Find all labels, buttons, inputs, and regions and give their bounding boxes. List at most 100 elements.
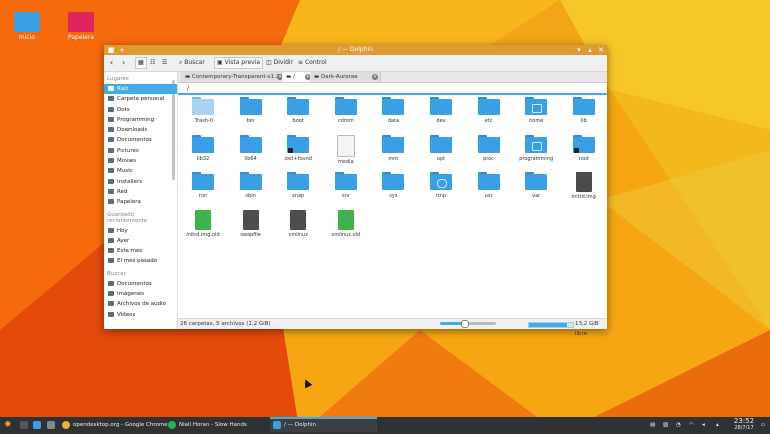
split-button[interactable]: ◫ Dividir bbox=[266, 58, 293, 68]
file-item[interactable]: lib64 bbox=[229, 134, 273, 162]
file-item[interactable]: srv bbox=[324, 172, 368, 199]
clock[interactable]: 23:52 28/7/17 bbox=[730, 418, 758, 432]
sidebar-item-programming[interactable]: Programming bbox=[104, 115, 177, 125]
file-item[interactable]: proc bbox=[467, 134, 511, 162]
tray-volume-icon[interactable]: ◂ bbox=[702, 419, 705, 432]
tab-dark-aurorae[interactable]: ▬ Dark-Aurorae × bbox=[310, 72, 381, 82]
preview-icon: ▣ bbox=[217, 59, 223, 66]
dolphin-launcher-icon[interactable] bbox=[33, 419, 44, 432]
file-item[interactable]: lost+found bbox=[276, 134, 320, 162]
sidebar-item-search-audio[interactable]: Archivos de audio bbox=[104, 299, 177, 309]
file-item[interactable]: var bbox=[514, 172, 558, 199]
desktop-icon-label: Papelera bbox=[67, 34, 95, 41]
close-tab-icon[interactable]: × bbox=[372, 74, 378, 80]
task-spotify[interactable]: Niall Horan - Slow Hands bbox=[168, 419, 247, 432]
sidebar-item-last-month[interactable]: El mes pasado bbox=[104, 256, 177, 266]
file-item[interactable]: home bbox=[514, 97, 558, 124]
sidebar-item-root[interactable]: Raíz bbox=[104, 84, 177, 95]
file-item[interactable]: vmlinuz bbox=[276, 209, 320, 238]
file-item[interactable]: initrd.img.old bbox=[181, 209, 225, 238]
zoom-slider-handle[interactable] bbox=[461, 320, 469, 328]
sidebar-item-installers[interactable]: Installers bbox=[104, 177, 177, 187]
file-item[interactable]: sbin bbox=[229, 172, 273, 199]
file-item[interactable]: boot bbox=[276, 97, 320, 124]
file-item[interactable]: cdrom bbox=[324, 97, 368, 124]
file-item[interactable]: mnt bbox=[371, 134, 415, 162]
file-item[interactable]: usr bbox=[467, 172, 511, 199]
task-dolphin[interactable]: / — Dolphin bbox=[270, 417, 377, 432]
pager-icon[interactable] bbox=[20, 419, 31, 432]
back-icon[interactable]: ‹ bbox=[110, 58, 113, 68]
terminal-launcher-icon[interactable] bbox=[47, 419, 58, 432]
sidebar-item-downloads[interactable]: Downloads bbox=[104, 125, 177, 135]
tray-wifi-icon[interactable]: ◠ bbox=[689, 419, 694, 432]
control-button[interactable]: ≡ Control bbox=[298, 58, 327, 68]
sidebar-item-movies[interactable]: Movies bbox=[104, 156, 177, 166]
sidebar-item-this-month[interactable]: Este mes bbox=[104, 246, 177, 256]
file-item[interactable]: opt bbox=[419, 134, 463, 162]
path-text: / bbox=[187, 85, 190, 92]
minimize-icon[interactable]: ▾ bbox=[575, 46, 583, 54]
details-view-button[interactable]: ☰ bbox=[162, 58, 167, 68]
window-titlebar[interactable]: ■ + / — Dolphin ▾ ▴ ✕ bbox=[104, 45, 607, 55]
file-item[interactable]: data bbox=[371, 97, 415, 124]
file-item[interactable]: root bbox=[562, 134, 606, 162]
desktop-icon-trash[interactable]: Papelera bbox=[59, 12, 103, 41]
file-item[interactable]: initrd.img bbox=[562, 172, 606, 200]
file-item[interactable]: sys bbox=[371, 172, 415, 199]
search-button[interactable]: ⌕ Buscar bbox=[179, 58, 205, 68]
file-item[interactable]: bin bbox=[229, 97, 273, 124]
file-item[interactable]: vmlinuz.old bbox=[324, 209, 368, 238]
show-desktop-icon[interactable]: ▫ bbox=[761, 419, 765, 432]
app-launcher-icon[interactable]: ✸ bbox=[4, 419, 12, 432]
file-item[interactable]: programming bbox=[514, 134, 558, 162]
sidebar-item-music[interactable]: Music bbox=[104, 166, 177, 176]
sidebar-item-pictures[interactable]: Pictures bbox=[104, 146, 177, 156]
search-icon: ⌕ bbox=[179, 59, 183, 66]
close-icon[interactable]: ✕ bbox=[597, 46, 605, 54]
tray-clipboard-icon[interactable]: ▧ bbox=[663, 419, 668, 432]
file-name: usr bbox=[484, 193, 493, 199]
tray-updates-icon[interactable]: ◔ bbox=[676, 419, 681, 432]
sidebar-item-search-images[interactable]: Imágenes bbox=[104, 289, 177, 299]
file-item[interactable]: .Trash-0 bbox=[181, 97, 225, 124]
sidebar-item-dots[interactable]: Dots bbox=[104, 105, 177, 115]
forward-icon[interactable]: › bbox=[122, 58, 125, 68]
sidebar-item-network[interactable]: Red bbox=[104, 187, 177, 197]
file-item[interactable]: etc bbox=[467, 97, 511, 124]
location-bar[interactable]: / bbox=[178, 83, 607, 95]
compact-view-button[interactable]: ☷ bbox=[150, 58, 155, 68]
folder-icon bbox=[108, 116, 114, 122]
zoom-slider[interactable] bbox=[440, 320, 496, 328]
file-item[interactable]: snap bbox=[276, 172, 320, 199]
file-item[interactable]: dev bbox=[419, 97, 463, 124]
file-item[interactable]: swapfile bbox=[229, 209, 273, 238]
file-item[interactable]: lib bbox=[562, 97, 606, 124]
tray-expand-icon[interactable]: ▴ bbox=[716, 419, 719, 432]
status-bar: 26 carpetas, 5 archivos (1,2 GiB) 13,2 G… bbox=[178, 318, 607, 337]
task-chrome[interactable]: opendesktop.org - Google Chrome bbox=[62, 419, 168, 432]
file-item[interactable]: lib32 bbox=[181, 134, 225, 162]
tray-network-icon[interactable]: ▤ bbox=[650, 419, 655, 432]
folder-icon bbox=[334, 172, 357, 190]
music-icon bbox=[108, 301, 114, 307]
file-item[interactable]: tmp bbox=[419, 172, 463, 199]
preview-button[interactable]: ▣ Vista previa bbox=[214, 57, 264, 69]
sidebar-item-home[interactable]: Carpeta personal bbox=[104, 94, 177, 104]
sidebar-item-today[interactable]: Hoy bbox=[104, 226, 177, 236]
file-item[interactable]: media bbox=[324, 134, 368, 165]
sidebar-item-trash[interactable]: Papelera bbox=[104, 197, 177, 207]
file-name: opt bbox=[436, 155, 446, 162]
sidebar-item-yesterday[interactable]: Ayer bbox=[104, 236, 177, 246]
desktop-icon-home[interactable]: Inicio bbox=[5, 12, 49, 41]
folder-icon bbox=[108, 178, 114, 184]
sidebar-item-search-videos[interactable]: Vídeos bbox=[104, 310, 177, 320]
sidebar-item-documents[interactable]: Documentos bbox=[104, 135, 177, 145]
file-name: var bbox=[532, 193, 541, 199]
network-icon bbox=[108, 188, 114, 194]
tab-contemporary[interactable]: ▬ Contemporary-Transparent-v1.2 × bbox=[181, 72, 286, 82]
sidebar-item-search-documents[interactable]: Documentos bbox=[104, 279, 177, 289]
maximize-icon[interactable]: ▴ bbox=[586, 46, 594, 54]
file-item[interactable]: run bbox=[181, 172, 225, 199]
icons-view-button[interactable]: ▦ bbox=[135, 57, 147, 69]
